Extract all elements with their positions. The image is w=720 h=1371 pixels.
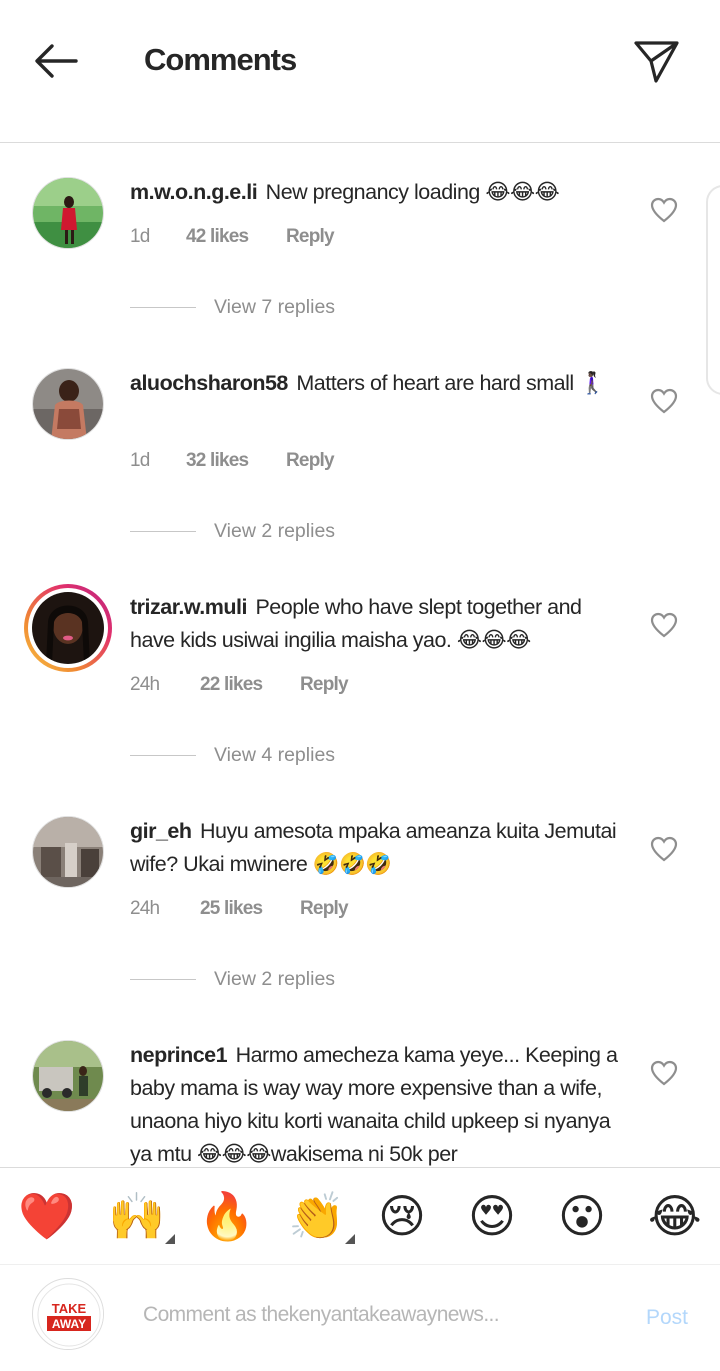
avatar-story-ring[interactable]: [24, 584, 112, 672]
view-replies-button[interactable]: View 2 replies: [130, 968, 335, 991]
view-replies-label: View 4 replies: [214, 744, 336, 766]
heart-outline-icon: [650, 388, 678, 414]
avatar-logo-bottom: AWAY: [52, 1317, 86, 1331]
comment-text: trizar.w.muli People who have slept toge…: [130, 591, 625, 657]
clapping-hands-emoji[interactable]: 👏: [288, 1189, 356, 1244]
comment-username[interactable]: aluochsharon58: [130, 371, 288, 395]
divider: [130, 979, 196, 980]
crying-face-emoji[interactable]: 😢: [378, 1190, 426, 1242]
reply-button[interactable]: Reply: [300, 898, 349, 920]
heart-eyes-emoji[interactable]: 😍: [468, 1190, 516, 1242]
raising-hands-emoji-glyph: 🙌: [108, 1189, 166, 1243]
divider: [130, 531, 196, 532]
avatar[interactable]: [32, 177, 104, 249]
comment-likes[interactable]: 22 likes: [200, 674, 300, 696]
clapping-hands-emoji-glyph: 👏: [288, 1189, 346, 1243]
comment-text: aluochsharon58 Matters of heart are hard…: [130, 367, 625, 400]
reply-button[interactable]: Reply: [286, 450, 335, 472]
comment-composer: TAKE AWAY Comment as thekenyantakeawayne…: [0, 1266, 720, 1371]
comment-time: 1d: [130, 450, 150, 471]
heart-outline-icon: [650, 836, 678, 862]
comment-text: m.w.o.n.g.e.li New pregnancy loading 😂😂😂: [130, 176, 625, 209]
comment-likes[interactable]: 32 likes: [186, 450, 286, 472]
red-heart-emoji[interactable]: ❤️: [18, 1190, 75, 1242]
comment-text: gir_eh Huyu amesota mpaka ameanza kuita …: [130, 815, 625, 881]
paper-plane-icon: [634, 41, 679, 83]
view-replies-label: View 2 replies: [214, 520, 336, 542]
view-replies-button[interactable]: View 7 replies: [130, 296, 335, 319]
avatar[interactable]: [32, 816, 104, 888]
arrow-left-icon: [35, 44, 78, 78]
comment-likes[interactable]: 25 likes: [200, 898, 300, 920]
view-replies-button[interactable]: View 2 replies: [130, 520, 335, 543]
comment-meta: 1d 32 likes Reply: [130, 450, 335, 472]
header: Comments: [0, 0, 720, 143]
avatar: [32, 592, 104, 664]
comment-meta: 24h 22 likes Reply: [130, 674, 349, 696]
comment-meta: 1d 42 likes Reply: [130, 226, 335, 248]
comment-body: Matters of heart are hard small 🚶🏿‍♀️: [296, 371, 606, 395]
heart-outline-icon: [650, 1060, 678, 1086]
view-replies-label: View 2 replies: [214, 968, 336, 990]
like-button[interactable]: [650, 612, 678, 638]
skin-tone-indicator-icon: [165, 1234, 176, 1244]
current-user-avatar[interactable]: TAKE AWAY: [32, 1278, 104, 1350]
heart-outline-icon: [650, 197, 678, 223]
comment-body: Huyu amesota mpaka ameanza kuita Jemutai…: [130, 819, 617, 876]
reply-button[interactable]: Reply: [286, 226, 335, 248]
tears-of-joy-emoji[interactable]: 😂: [648, 1190, 702, 1242]
comment-likes[interactable]: 42 likes: [186, 226, 286, 248]
comment-username[interactable]: neprince1: [130, 1043, 228, 1067]
view-replies-button[interactable]: View 4 replies: [130, 744, 335, 767]
comment-meta: 24h 25 likes Reply: [130, 898, 349, 920]
share-button[interactable]: [630, 37, 682, 85]
comment-time: 24h: [130, 898, 160, 919]
side-panel-edge[interactable]: [706, 185, 720, 395]
like-button[interactable]: [650, 388, 678, 414]
avatar-ring-gap: [28, 588, 108, 668]
skin-tone-indicator-icon: [345, 1234, 356, 1244]
emoji-reaction-bar: ❤️ 🙌 🔥 👏 😢 😍 😮 😂: [0, 1167, 720, 1265]
like-button[interactable]: [650, 836, 678, 862]
comment-input[interactable]: Comment as thekenyantakeawaynews...: [143, 1303, 613, 1327]
back-button[interactable]: [30, 38, 82, 84]
fire-emoji[interactable]: 🔥: [198, 1190, 255, 1242]
avatar[interactable]: [32, 1040, 104, 1112]
heart-outline-icon: [650, 612, 678, 638]
page-title: Comments: [144, 42, 297, 77]
comment-text: neprince1 Harmo amecheza kama yeye... Ke…: [130, 1039, 625, 1167]
raising-hands-emoji[interactable]: 🙌: [108, 1189, 176, 1244]
surprised-face-emoji[interactable]: 😮: [558, 1190, 606, 1242]
comment-time: 1d: [130, 226, 150, 247]
divider: [130, 307, 196, 308]
comment-username[interactable]: gir_eh: [130, 819, 192, 843]
comment-username[interactable]: trizar.w.muli: [130, 595, 247, 619]
view-replies-label: View 7 replies: [214, 296, 336, 318]
divider: [130, 755, 196, 756]
post-button[interactable]: Post: [646, 1306, 688, 1330]
reply-button[interactable]: Reply: [300, 674, 349, 696]
comment-time: 24h: [130, 674, 160, 695]
comment-username[interactable]: m.w.o.n.g.e.li: [130, 180, 258, 204]
avatar-logo-top: TAKE: [52, 1301, 87, 1316]
like-button[interactable]: [650, 197, 678, 223]
like-button[interactable]: [650, 1060, 678, 1086]
avatar[interactable]: [32, 368, 104, 440]
comment-body: New pregnancy loading 😂😂😂: [265, 180, 560, 204]
